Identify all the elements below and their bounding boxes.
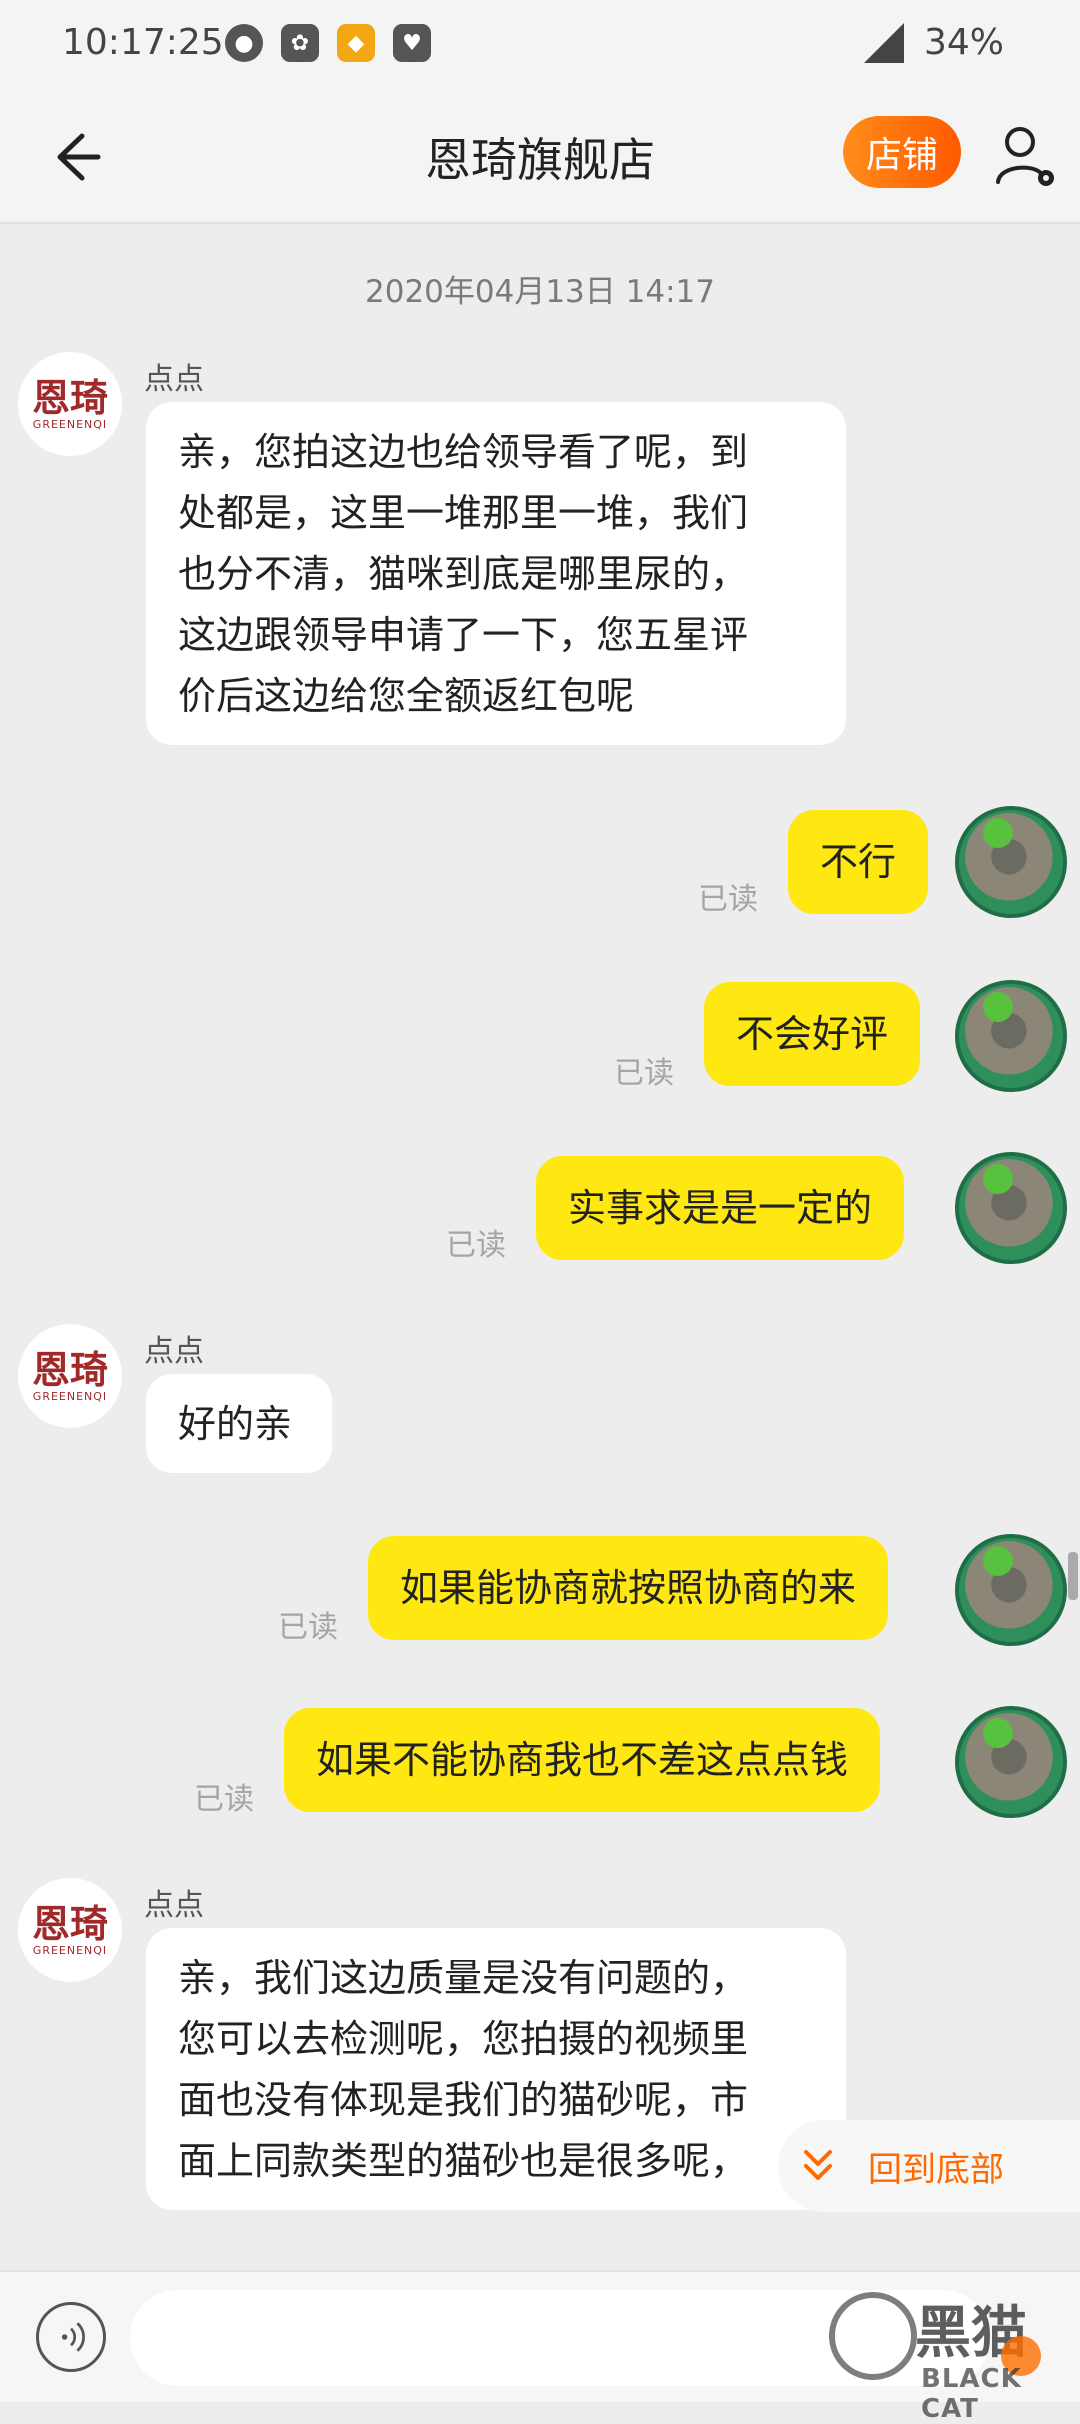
back-to-bottom-button[interactable]: 回到底部	[778, 2120, 1080, 2212]
status-time: 10:17:25	[62, 22, 224, 63]
message-line: 亲，您拍这边也给领导看了呢，到	[178, 430, 749, 474]
nav-bar: 恩琦旗舰店 店铺	[0, 92, 1080, 224]
message-bubble-incoming[interactable]: 亲，我们这边质量是没有问题的， 您可以去检测呢，您拍摄的视频里 面也没有体现是我…	[146, 1928, 846, 2210]
read-status: 已读	[614, 1056, 674, 1091]
message-bubble-outgoing[interactable]: 如果能协商就按照协商的来	[368, 1536, 889, 1640]
back-to-bottom-label: 回到底部	[868, 2149, 1004, 2190]
chat-timestamp: 2020年04月13日 14:17	[365, 274, 715, 310]
message-bubble-incoming[interactable]: 亲，您拍这边也给领导看了呢，到 处都是，这里一堆那里一堆，我们 也分不清，猫咪到…	[146, 402, 846, 745]
user-avatar[interactable]	[955, 1706, 1067, 1818]
shop-avatar[interactable]: 恩琦 GREENENQI	[18, 1324, 122, 1428]
double-chevron-down-icon	[804, 2150, 832, 2180]
battery-level: 34%	[923, 22, 1004, 63]
message-line: 价后这边给您全额返红包呢	[178, 674, 635, 718]
message-bubble-outgoing[interactable]: 不会好评	[704, 982, 921, 1086]
message-line: 面也没有体现是我们的猫砂呢，市	[178, 2078, 749, 2122]
status-app-icons: ● ✿ ◆ ♥	[225, 24, 431, 62]
message-bubble-outgoing[interactable]: 不行	[788, 810, 929, 914]
user-avatar[interactable]	[955, 806, 1067, 918]
message-line: 您可以去检测呢，您拍摄的视频里	[178, 2017, 749, 2061]
status-bar: 10:17:25 ● ✿ ◆ ♥ 34%	[0, 0, 1080, 92]
shop-avatar[interactable]: 恩琦 GREENENQI	[18, 1878, 122, 1982]
sender-name: 点点	[144, 1888, 204, 1923]
message-line: 处都是，这里一堆那里一堆，我们	[178, 491, 749, 535]
message-line: 这边跟领导申请了一下，您五星评	[178, 613, 749, 657]
message-bubble-outgoing[interactable]: 如果不能协商我也不差这点点钱	[284, 1708, 881, 1812]
heart-app-icon: ♥	[393, 24, 431, 62]
read-status: 已读	[698, 882, 758, 917]
message-input[interactable]	[130, 2290, 990, 2386]
user-avatar[interactable]	[955, 1534, 1067, 1646]
read-status: 已读	[194, 1782, 254, 1817]
app-icon-1: ●	[225, 24, 263, 62]
voice-input-icon[interactable]	[36, 2302, 106, 2372]
shop-logo-subtext: GREENENQI	[32, 1389, 108, 1403]
shop-logo-text: 恩琦	[31, 374, 108, 420]
read-status: 已读	[446, 1228, 506, 1263]
message-line: 也分不清，猫咪到底是哪里尿的，	[178, 552, 749, 596]
shop-logo-subtext: GREENENQI	[32, 1943, 108, 1957]
signal-icon	[863, 22, 904, 63]
shop-logo-text: 恩琦	[31, 1346, 108, 1392]
chat-area[interactable]: 2020年04月13日 14:17 恩琦 GREENENQI 点点 亲，您拍这边…	[0, 224, 1080, 2269]
scrollbar-handle[interactable]	[1068, 1552, 1078, 1600]
user-avatar[interactable]	[955, 1152, 1067, 1264]
shop-avatar[interactable]: 恩琦 GREENENQI	[18, 352, 122, 456]
shop-button[interactable]: 店铺	[843, 116, 961, 188]
shop-logo-subtext: GREENENQI	[32, 417, 108, 431]
sender-name: 点点	[144, 1334, 204, 1369]
message-line: 面上同款类型的猫砂也是很多呢，	[178, 2139, 749, 2183]
user-settings-icon[interactable]	[990, 120, 1060, 190]
paw-app-icon: ✿	[281, 24, 319, 62]
read-status: 已读	[278, 1610, 338, 1645]
user-avatar[interactable]	[955, 980, 1067, 1092]
sender-name: 点点	[144, 362, 204, 397]
message-bubble-outgoing[interactable]: 实事求是是一定的	[536, 1156, 905, 1260]
shop-logo-text: 恩琦	[31, 1900, 108, 1946]
status-right: 34%	[863, 22, 1004, 63]
message-line: 亲，我们这边质量是没有问题的，	[178, 1956, 749, 2000]
message-bubble-incoming[interactable]: 好的亲	[146, 1374, 332, 1473]
message-line: 好的亲	[178, 1402, 293, 1446]
squirrel-app-icon: ◆	[337, 24, 375, 62]
input-bar	[0, 2270, 1080, 2402]
